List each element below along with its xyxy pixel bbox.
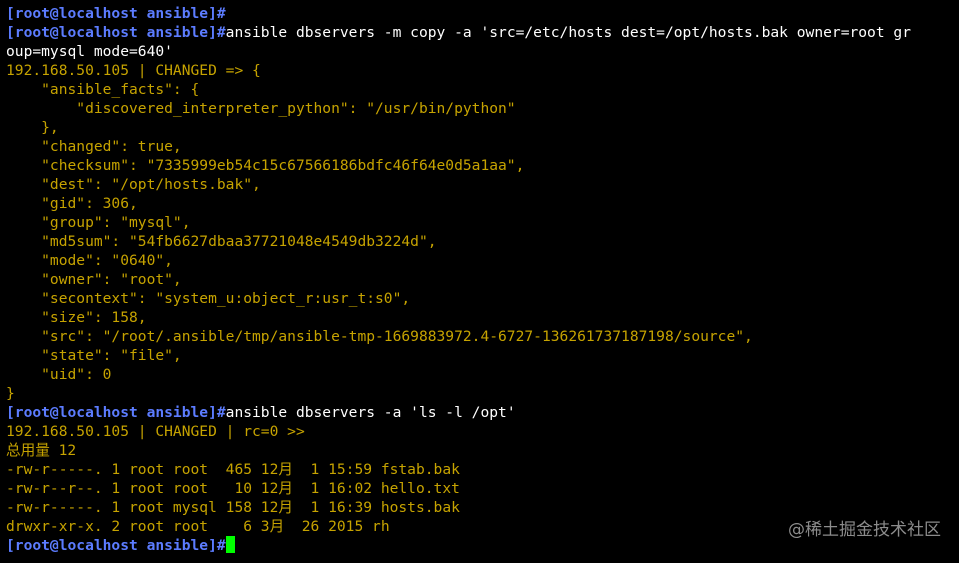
terminal-line: "ansible_facts": { (6, 80, 959, 99)
terminal-line: -rw-r--r--. 1 root root 10 12月 1 16:02 h… (6, 479, 959, 498)
shell-prompt: [root@localhost ansible]# (6, 5, 226, 22)
output-text: "size": 158, (6, 309, 147, 326)
output-text: "md5sum": "54fb6627dbaa37721048e4549db32… (6, 233, 437, 250)
command-text: oup=mysql mode=640' (6, 43, 173, 60)
output-text: "changed": true, (6, 138, 182, 155)
terminal-line: -rw-r-----. 1 root root 465 12月 1 15:59 … (6, 460, 959, 479)
terminal-line: "mode": "0640", (6, 251, 959, 270)
terminal-line: } (6, 384, 959, 403)
shell-prompt: [root@localhost ansible]# (6, 537, 226, 554)
terminal-line: [root@localhost ansible]#ansible dbserve… (6, 23, 959, 42)
terminal-line: "gid": 306, (6, 194, 959, 213)
terminal-line: -rw-r-----. 1 root mysql 158 12月 1 16:39… (6, 498, 959, 517)
terminal-line: }, (6, 118, 959, 137)
command-text: ansible dbservers -m copy -a 'src=/etc/h… (225, 24, 911, 41)
output-text: "src": "/root/.ansible/tmp/ansible-tmp-1… (6, 328, 753, 345)
terminal-line: oup=mysql mode=640' (6, 42, 959, 61)
terminal-line: "dest": "/opt/hosts.bak", (6, 175, 959, 194)
output-text: "secontext": "system_u:object_r:usr_t:s0… (6, 290, 411, 307)
terminal-window[interactable]: [root@localhost ansible]# [root@localhost… (6, 4, 959, 563)
output-text: -rw-r-----. 1 root root 465 12月 1 15:59 … (6, 461, 460, 478)
output-text: "gid": 306, (6, 195, 138, 212)
terminal-line: "state": "file", (6, 346, 959, 365)
output-text: 192.168.50.105 | CHANGED | rc=0 >> (6, 423, 305, 440)
terminal-line: [root@localhost ansible]# (6, 4, 959, 23)
output-text: "mode": "0640", (6, 252, 173, 269)
terminal-line: "owner": "root", (6, 270, 959, 289)
output-text: drwxr-xr-x. 2 root root 6 3月 26 2015 rh (6, 518, 390, 535)
watermark: @稀土掘金技术社区 (788, 520, 941, 540)
terminal-line: "checksum": "7335999eb54c15c67566186bdfc… (6, 156, 959, 175)
terminal-line: "size": 158, (6, 308, 959, 327)
shell-prompt: [root@localhost ansible]# (6, 404, 226, 421)
terminal-line: "secontext": "system_u:object_r:usr_t:s0… (6, 289, 959, 308)
output-text: "owner": "root", (6, 271, 182, 288)
output-text: 总用量 12 (6, 442, 77, 459)
output-text: "state": "file", (6, 347, 182, 364)
terminal-line: [root@localhost ansible]#ansible dbserve… (6, 403, 959, 422)
terminal-line: 总用量 12 (6, 441, 959, 460)
command-text: ansible dbservers -a 'ls -l /opt' (225, 404, 516, 421)
output-text: 192.168.50.105 | CHANGED => { (6, 62, 261, 79)
terminal-line: "group": "mysql", (6, 213, 959, 232)
output-text: "group": "mysql", (6, 214, 191, 231)
terminal-line: "md5sum": "54fb6627dbaa37721048e4549db32… (6, 232, 959, 251)
output-text: "checksum": "7335999eb54c15c67566186bdfc… (6, 157, 525, 174)
output-text: -rw-r--r--. 1 root root 10 12月 1 16:02 h… (6, 480, 460, 497)
output-text: } (6, 385, 15, 402)
terminal-line: 192.168.50.105 | CHANGED | rc=0 >> (6, 422, 959, 441)
terminal-line: "src": "/root/.ansible/tmp/ansible-tmp-1… (6, 327, 959, 346)
output-text: -rw-r-----. 1 root mysql 158 12月 1 16:39… (6, 499, 460, 516)
terminal-line: 192.168.50.105 | CHANGED => { (6, 61, 959, 80)
terminal-line: "discovered_interpreter_python": "/usr/b… (6, 99, 959, 118)
output-text: "ansible_facts": { (6, 81, 200, 98)
terminal-line: "changed": true, (6, 137, 959, 156)
output-text: }, (6, 119, 59, 136)
shell-prompt: [root@localhost ansible]# (6, 24, 226, 41)
output-text: "dest": "/opt/hosts.bak", (6, 176, 261, 193)
output-text: "uid": 0 (6, 366, 112, 383)
text-cursor (225, 536, 235, 553)
output-text: "discovered_interpreter_python": "/usr/b… (6, 100, 516, 117)
terminal-line: "uid": 0 (6, 365, 959, 384)
